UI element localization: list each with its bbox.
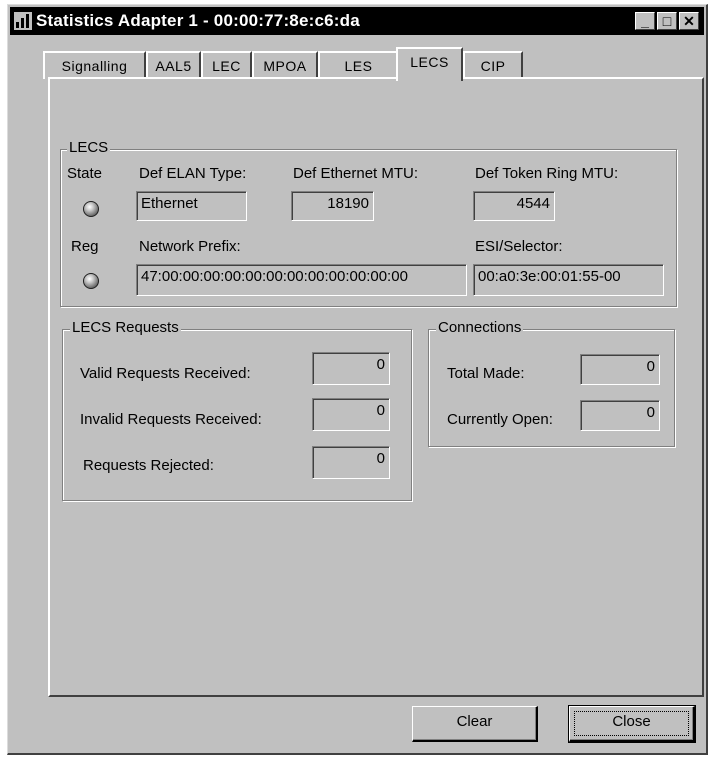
valid-requests-field: 0: [312, 352, 390, 385]
state-indicator-icon: [83, 201, 99, 217]
maximize-icon: □: [662, 13, 672, 29]
tab-label: Signalling: [61, 58, 128, 74]
reg-label: Reg: [71, 238, 99, 255]
currently-open-field: 0: [580, 400, 660, 431]
lecs-group-legend: LECS: [67, 139, 111, 156]
network-prefix-field: 47:00:00:00:00:00:00:00:00:00:00:00:00: [136, 264, 467, 296]
tab-signalling[interactable]: Signalling: [43, 51, 146, 79]
tab-mpoa[interactable]: MPOA: [252, 51, 318, 79]
requests-rejected-label: Requests Rejected:: [83, 457, 214, 474]
tab-label: LES: [344, 58, 373, 74]
tab-label: LEC: [212, 58, 241, 74]
close-window-button[interactable]: ✕: [679, 12, 699, 30]
clear-button-label: Clear: [456, 713, 493, 730]
def-elan-type-value: Ethernet: [141, 195, 198, 212]
invalid-requests-value: 0: [376, 402, 385, 419]
lecs-requests-legend: LECS Requests: [70, 319, 181, 336]
close-icon: ✕: [683, 13, 695, 29]
tab-label: MPOA: [263, 58, 307, 74]
currently-open-value: 0: [646, 404, 655, 421]
def-elan-type-field: Ethernet: [136, 191, 247, 221]
total-made-value: 0: [646, 358, 655, 375]
total-made-label: Total Made:: [447, 365, 525, 382]
statistics-window: Statistics Adapter 1 - 00:00:77:8e:c6:da…: [7, 4, 708, 755]
invalid-requests-field: 0: [312, 398, 390, 431]
def-token-ring-mtu-field: 4544: [473, 191, 555, 221]
requests-rejected-value: 0: [376, 450, 385, 467]
minimize-icon: _: [641, 13, 649, 29]
reg-indicator-icon: [83, 273, 99, 289]
valid-requests-label: Valid Requests Received:: [80, 365, 251, 382]
tab-cip[interactable]: CIP: [463, 51, 523, 79]
app-icon: [14, 12, 32, 30]
minimize-button[interactable]: _: [635, 12, 655, 30]
tab-aal5[interactable]: AAL5: [146, 51, 201, 79]
def-token-ring-mtu-label: Def Token Ring MTU:: [475, 165, 619, 182]
connections-legend: Connections: [436, 319, 524, 336]
tab-lecs[interactable]: LECS: [396, 47, 463, 81]
esi-selector-value: 00:a0:3e:00:01:55-00: [478, 268, 621, 285]
def-ethernet-mtu-label: Def Ethernet MTU:: [293, 165, 419, 182]
clear-button[interactable]: Clear: [412, 706, 538, 742]
tab-les[interactable]: LES: [318, 51, 399, 79]
state-label: State: [67, 165, 103, 182]
currently-open-label: Currently Open:: [447, 411, 553, 428]
network-prefix-value: 47:00:00:00:00:00:00:00:00:00:00:00:00: [141, 268, 408, 285]
close-button[interactable]: Close: [568, 705, 696, 743]
def-ethernet-mtu-value: 18190: [327, 195, 369, 212]
window-title: Statistics Adapter 1 - 00:00:77:8e:c6:da: [36, 11, 360, 30]
def-ethernet-mtu-field: 18190: [291, 191, 374, 221]
title-bar[interactable]: Statistics Adapter 1 - 00:00:77:8e:c6:da…: [10, 7, 704, 35]
valid-requests-value: 0: [376, 356, 385, 373]
network-prefix-label: Network Prefix:: [139, 238, 241, 255]
maximize-button[interactable]: □: [657, 12, 677, 30]
focus-rect: [574, 711, 689, 736]
esi-selector-field: 00:a0:3e:00:01:55-00: [473, 264, 664, 296]
def-elan-type-label: Def ELAN Type:: [139, 165, 247, 182]
invalid-requests-label: Invalid Requests Received:: [80, 411, 262, 428]
def-token-ring-mtu-value: 4544: [516, 195, 550, 212]
esi-selector-label: ESI/Selector:: [475, 238, 563, 255]
total-made-field: 0: [580, 354, 660, 385]
tab-lec[interactable]: LEC: [201, 51, 252, 79]
requests-rejected-field: 0: [312, 446, 390, 479]
tab-label: CIP: [480, 58, 506, 74]
tab-label: AAL5: [155, 58, 192, 74]
tab-label: LECS: [410, 54, 449, 70]
